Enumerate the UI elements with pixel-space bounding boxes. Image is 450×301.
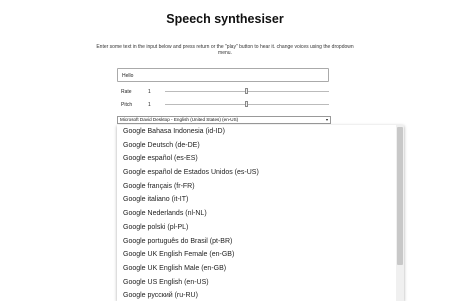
- voice-option[interactable]: Google русский (ru-RU): [117, 289, 396, 301]
- text-input[interactable]: Hello: [117, 68, 329, 82]
- voice-option[interactable]: Google español (es-ES): [117, 152, 396, 166]
- voice-select-value: Microsoft David Desktop - English (Unite…: [120, 117, 239, 122]
- voice-dropdown-list: Google Bahasa Indonesia (id-ID) Google De…: [117, 125, 404, 301]
- instructions-text: Enter some text in the input below and p…: [96, 44, 354, 56]
- dropdown-scrollbar[interactable]: [396, 125, 404, 301]
- voice-option[interactable]: Google français (fr-FR): [117, 180, 396, 194]
- voice-option[interactable]: Google português do Brasil (pt-BR): [117, 235, 396, 249]
- voice-select[interactable]: Microsoft David Desktop - English (Unite…: [117, 116, 331, 124]
- pitch-slider[interactable]: [165, 101, 329, 107]
- voice-option[interactable]: Google UK English Male (en-GB): [117, 262, 396, 276]
- voice-option[interactable]: Google US English (en-US): [117, 276, 396, 290]
- page-title: Speech synthesiser: [166, 12, 284, 26]
- voice-option[interactable]: Google español de Estados Unidos (es-US): [117, 166, 396, 180]
- voice-option[interactable]: Google Deutsch (de-DE): [117, 139, 396, 153]
- rate-slider-thumb[interactable]: [245, 88, 248, 94]
- rate-slider[interactable]: [165, 88, 329, 94]
- voice-option[interactable]: Google polski (pl-PL): [117, 221, 396, 235]
- rate-label: Rate: [121, 89, 132, 95]
- pitch-label: Pitch: [121, 102, 133, 108]
- voice-option[interactable]: Google italiano (it-IT): [117, 193, 396, 207]
- chevron-down-icon: ▾: [325, 117, 328, 122]
- dropdown-scrollbar-thumb[interactable]: [397, 127, 403, 265]
- pitch-slider-thumb[interactable]: [245, 101, 248, 107]
- rate-value: 1: [148, 89, 151, 95]
- voice-option[interactable]: Google Nederlands (nl-NL): [117, 207, 396, 221]
- voice-option[interactable]: Google UK English Female (en-GB): [117, 248, 396, 262]
- voice-option[interactable]: Google Bahasa Indonesia (id-ID): [117, 125, 396, 139]
- pitch-value: 1: [148, 102, 151, 108]
- voice-options: Google Bahasa Indonesia (id-ID) Google De…: [117, 125, 396, 301]
